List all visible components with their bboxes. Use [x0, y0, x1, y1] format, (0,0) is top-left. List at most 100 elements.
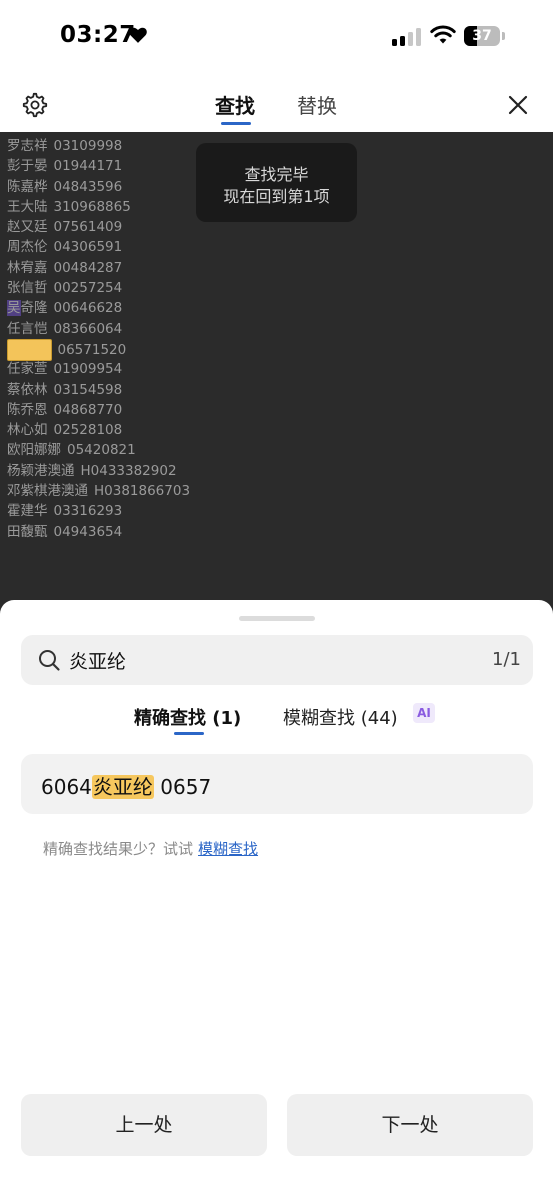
person-name: 蔡依林 — [7, 381, 48, 398]
next-match-button[interactable]: 下一处 — [287, 1094, 533, 1156]
list-item: 吴奇隆 00646628 — [7, 298, 190, 318]
result-context-before: 6064 — [41, 775, 92, 799]
person-code: 02528108 — [53, 422, 123, 439]
list-item: 霍建华 03316293 — [7, 501, 190, 521]
list-item: 蔡依林 03154598 — [7, 380, 190, 400]
tab-exact-search[interactable]: 精确查找 (1) — [134, 704, 241, 730]
list-item: 任言恺 08366064 — [7, 319, 190, 339]
person-name: 霍建华 — [7, 503, 48, 520]
person-name: 赵又廷 — [7, 219, 48, 236]
search-box[interactable]: 1/1 — [21, 635, 533, 685]
person-code: 04943654 — [53, 523, 123, 540]
list-item: 陈乔恩 04868770 — [7, 400, 190, 420]
tab-replace[interactable]: 替换 — [297, 90, 337, 119]
list-item: 杨颖港澳通 H0433382902 — [7, 461, 190, 481]
result-context-after: 0657 — [153, 775, 212, 799]
person-name: 欧阳娜娜 — [7, 442, 61, 459]
person-name: 田馥甄 — [7, 523, 48, 540]
list-item: 林宥嘉 00484287 — [7, 258, 190, 278]
person-code: 310968865 — [53, 198, 131, 215]
status-bar: 03:27 37 — [0, 0, 553, 76]
drag-handle[interactable] — [239, 616, 315, 621]
battery-cap — [502, 32, 505, 40]
previous-match-button[interactable]: 上一处 — [21, 1094, 267, 1156]
search-icon — [39, 650, 60, 671]
person-code: 06571520 — [57, 341, 127, 358]
person-name: 陈嘉桦 — [7, 178, 48, 195]
list-item: 陈嘉桦 04843596 — [7, 177, 190, 197]
person-name: 周杰伦 — [7, 239, 48, 256]
person-name: 张信哲 — [7, 280, 48, 297]
person-code: 07561409 — [53, 219, 123, 236]
heart-icon — [129, 27, 147, 43]
person-code: 08366064 — [53, 320, 123, 337]
gear-icon[interactable] — [22, 92, 48, 118]
find-bottom-sheet: 1/1 精确查找 (1) 模糊查找 (44) AI 6064炎亚纶 0657 精… — [0, 600, 553, 1200]
person-code: 00257254 — [53, 280, 123, 297]
wifi-icon — [430, 25, 456, 44]
toast-line: 查找完毕 — [244, 165, 309, 184]
list-item: 林心如 02528108 — [7, 420, 190, 440]
hint-text: 精确查找结果少？试试 — [43, 840, 194, 858]
person-name: 陈乔恩 — [7, 401, 48, 418]
active-mode-indicator — [174, 732, 204, 735]
active-tab-indicator — [221, 122, 251, 125]
fuzzy-search-link[interactable]: 模糊查找 — [198, 840, 258, 858]
cellular-signal-icon — [392, 28, 422, 46]
list-item: 罗志祥 03109998 — [7, 136, 190, 156]
person-name: 邓紫棋港澳通 — [7, 483, 88, 500]
tab-fuzzy-search[interactable]: 模糊查找 (44) — [283, 704, 398, 730]
person-code: 00484287 — [53, 259, 123, 276]
search-result-item[interactable]: 6064炎亚纶 0657 — [21, 754, 533, 814]
list-item: 赵又廷 07561409 — [7, 217, 190, 237]
person-code: 04843596 — [53, 178, 123, 195]
person-name-rest: 奇隆 — [20, 300, 48, 317]
fuzzy-match-highlight: 吴 — [7, 300, 21, 317]
person-name: 林宥嘉 — [7, 259, 48, 276]
list-item: 王大陆 310968865 — [7, 197, 190, 217]
person-code: 03316293 — [53, 503, 123, 520]
person-code: 04868770 — [53, 401, 123, 418]
list-item: 田馥甄 04943654 — [7, 522, 190, 542]
list-item: 邓紫棋港澳通 H0381866703 — [7, 481, 190, 501]
list-item: 炎亚纶 06571520 — [7, 338, 190, 362]
match-count: 1/1 — [492, 649, 521, 670]
list-item: 欧阳娜娜 05420821 — [7, 440, 190, 460]
person-code: 01909954 — [53, 361, 123, 378]
close-icon[interactable] — [506, 93, 530, 117]
person-name: 王大陆 — [7, 198, 48, 215]
person-name: 罗志祥 — [7, 138, 48, 154]
search-input[interactable] — [69, 635, 449, 685]
person-code: H0433382902 — [80, 462, 177, 479]
person-code: 01944171 — [53, 158, 123, 175]
list-item: 任家萱 01909954 — [7, 359, 190, 379]
find-toolbar: 查找 替换 — [0, 76, 553, 132]
person-code: 03154598 — [53, 381, 123, 398]
person-code: H0381866703 — [94, 483, 191, 500]
toast-line: 现在回到第1项 — [223, 187, 330, 206]
person-code: 04306591 — [53, 239, 123, 256]
person-code: 00646628 — [53, 300, 123, 317]
status-time: 03:27 — [60, 22, 136, 48]
document-view[interactable]: 罗志祥 03109998 彭于晏 01944171 陈嘉桦 04843596 王大陆 3… — [0, 132, 553, 632]
result-match-highlight: 炎亚纶 — [91, 775, 154, 799]
result-text: 6064炎亚纶 0657 — [41, 771, 211, 800]
person-code: 03109998 — [53, 138, 123, 154]
person-name: 彭于晏 — [7, 158, 48, 175]
tab-find[interactable]: 查找 — [215, 90, 255, 119]
person-code: 05420821 — [67, 442, 136, 459]
list-item: 周杰伦 04306591 — [7, 237, 190, 257]
toast-message: 查找完毕 现在回到第1项 — [196, 143, 357, 222]
person-name: 杨颖港澳通 — [7, 462, 75, 479]
search-hint: 精确查找结果少？试试 模糊查找 — [43, 838, 258, 859]
ai-badge: AI — [413, 703, 435, 723]
list-item: 张信哲 00257254 — [7, 278, 190, 298]
person-name: 任家萱 — [7, 361, 48, 378]
current-match-highlight: 炎亚纶 — [7, 338, 52, 362]
person-name: 吴奇隆 — [7, 298, 48, 318]
battery-indicator: 37 — [464, 26, 500, 46]
list-item: 彭于晏 01944171 — [7, 156, 190, 176]
document-text: 罗志祥 03109998 彭于晏 01944171 陈嘉桦 04843596 王大陆 3… — [7, 136, 190, 542]
battery-percent: 37 — [472, 28, 492, 44]
person-name: 林心如 — [7, 422, 48, 439]
